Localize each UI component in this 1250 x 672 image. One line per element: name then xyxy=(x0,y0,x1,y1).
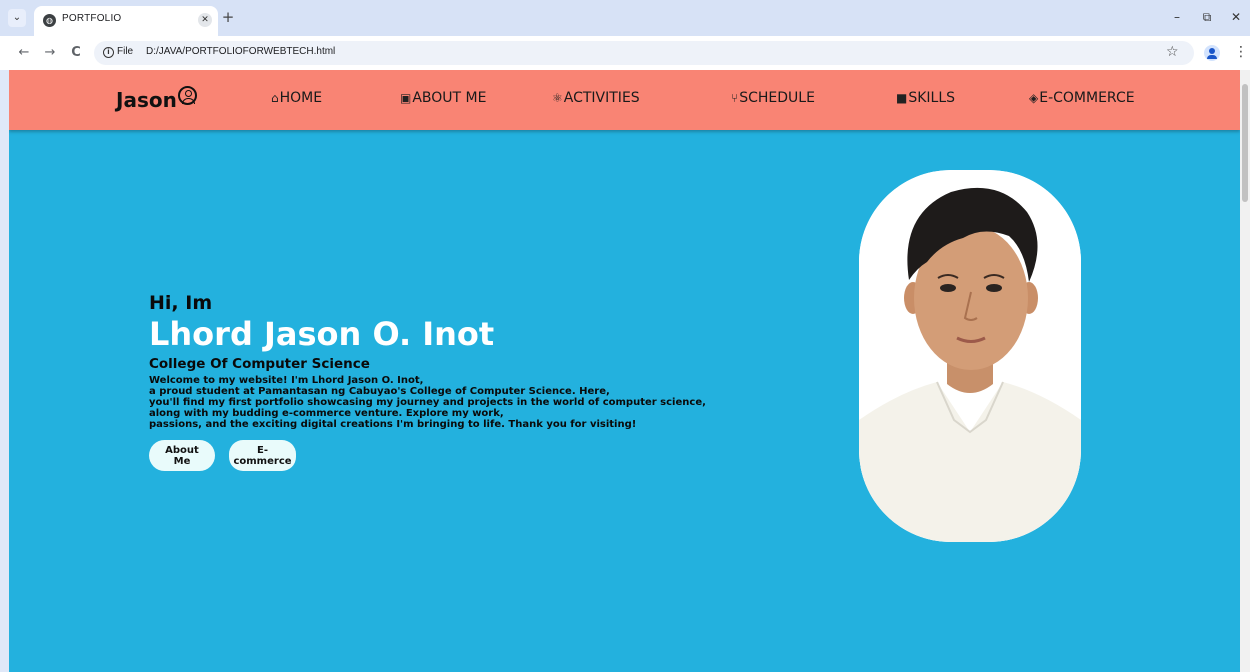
minimize-icon[interactable]: – xyxy=(1169,10,1185,24)
address-bar[interactable]: i File D:/JAVA/PORTFOLIOFORWEBTECH.html xyxy=(94,41,1194,65)
browser-tab-bar: ⌄ ◍ PORTFOLIO ✕ + – ⧉ ✕ xyxy=(0,0,1250,36)
page-scrollbar[interactable] xyxy=(1240,70,1250,672)
hero-name: Lhord Jason O. Inot xyxy=(149,315,495,353)
nav-link-e-commerce[interactable]: ◈ E-COMMERCE xyxy=(1029,90,1135,106)
forward-icon[interactable]: → xyxy=(42,45,58,61)
hero-buttons: About Me E-commerce xyxy=(149,440,749,471)
bookmark-star-icon[interactable]: ☆ xyxy=(1166,44,1179,60)
browser-tab[interactable]: ◍ PORTFOLIO ✕ xyxy=(34,6,218,36)
globe-icon: ◍ xyxy=(43,14,56,27)
browser-toolbar: ← → C i File D:/JAVA/PORTFOLIOFORWEBTECH… xyxy=(0,36,1250,70)
branch-icon: ⑂ xyxy=(731,91,739,105)
nav-link-label: ABOUT ME xyxy=(412,90,487,106)
tab-search-icon[interactable]: ⌄ xyxy=(8,9,26,27)
reload-icon[interactable]: C xyxy=(68,45,84,61)
nav-link-label: E-COMMERCE xyxy=(1039,90,1135,106)
page-viewport: Jason ⌂ HOME ▣ ABOUT ME ⚛ ACTIVITIES ⑂ SCHED… xyxy=(9,70,1240,672)
nav-link-activities[interactable]: ⚛ ACTIVITIES xyxy=(552,90,640,106)
site-navbar: Jason ⌂ HOME ▣ ABOUT ME ⚛ ACTIVITIES ⑂ SCHED… xyxy=(9,70,1240,130)
profile-avatar-icon[interactable] xyxy=(1204,45,1220,61)
nav-link-skills[interactable]: ■ SKILLS xyxy=(896,90,955,106)
home-icon: ⌂ xyxy=(271,91,279,105)
nav-link-label: SKILLS xyxy=(908,90,956,106)
briefcase-icon: ■ xyxy=(896,91,908,105)
brand-name: Jason xyxy=(116,88,177,112)
nav-link-label: SCHEDULE xyxy=(739,90,815,106)
profile-photo xyxy=(859,170,1081,542)
site-brand[interactable]: Jason xyxy=(116,86,197,112)
college-title: College Of Computer Science xyxy=(149,356,370,372)
browser-menu-icon[interactable]: ⋮ xyxy=(1234,44,1248,60)
about-me-button[interactable]: About Me xyxy=(149,440,215,471)
nav-link-about-me[interactable]: ▣ ABOUT ME xyxy=(400,90,486,106)
tab-title: PORTFOLIO xyxy=(62,13,122,24)
close-tab-icon[interactable]: ✕ xyxy=(198,13,212,27)
close-window-icon[interactable]: ✕ xyxy=(1228,10,1244,24)
restore-icon[interactable]: ⧉ xyxy=(1199,10,1215,25)
new-tab-icon[interactable]: + xyxy=(220,9,236,25)
info-icon[interactable]: i xyxy=(103,47,114,58)
atom-icon: ⚛ xyxy=(552,91,563,105)
greeting: Hi, Im xyxy=(149,292,213,314)
intro-text: Welcome to my website! I'm Lhord Jason O… xyxy=(149,375,706,430)
id-card-icon: ▣ xyxy=(400,91,412,105)
nav-link-home[interactable]: ⌂ HOME xyxy=(271,90,322,106)
nav-link-label: HOME xyxy=(279,90,323,106)
shopping-bag-icon: ◈ xyxy=(1029,91,1039,105)
back-icon[interactable]: ← xyxy=(16,45,32,61)
e-commerce-button[interactable]: E-commerce xyxy=(229,440,296,471)
portrait-illustration xyxy=(859,170,1081,542)
nav-link-schedule[interactable]: ⑂ SCHEDULE xyxy=(731,90,815,106)
nav-link-label: ACTIVITIES xyxy=(563,90,640,106)
hero-section: Hi, Im Lhord Jason O. Inot College Of Co… xyxy=(149,292,749,471)
user-circle-icon xyxy=(177,86,197,105)
file-chip: File xyxy=(117,46,134,57)
url-text[interactable]: D:/JAVA/PORTFOLIOFORWEBTECH.html xyxy=(146,46,335,57)
scrollbar-thumb[interactable] xyxy=(1242,84,1248,202)
